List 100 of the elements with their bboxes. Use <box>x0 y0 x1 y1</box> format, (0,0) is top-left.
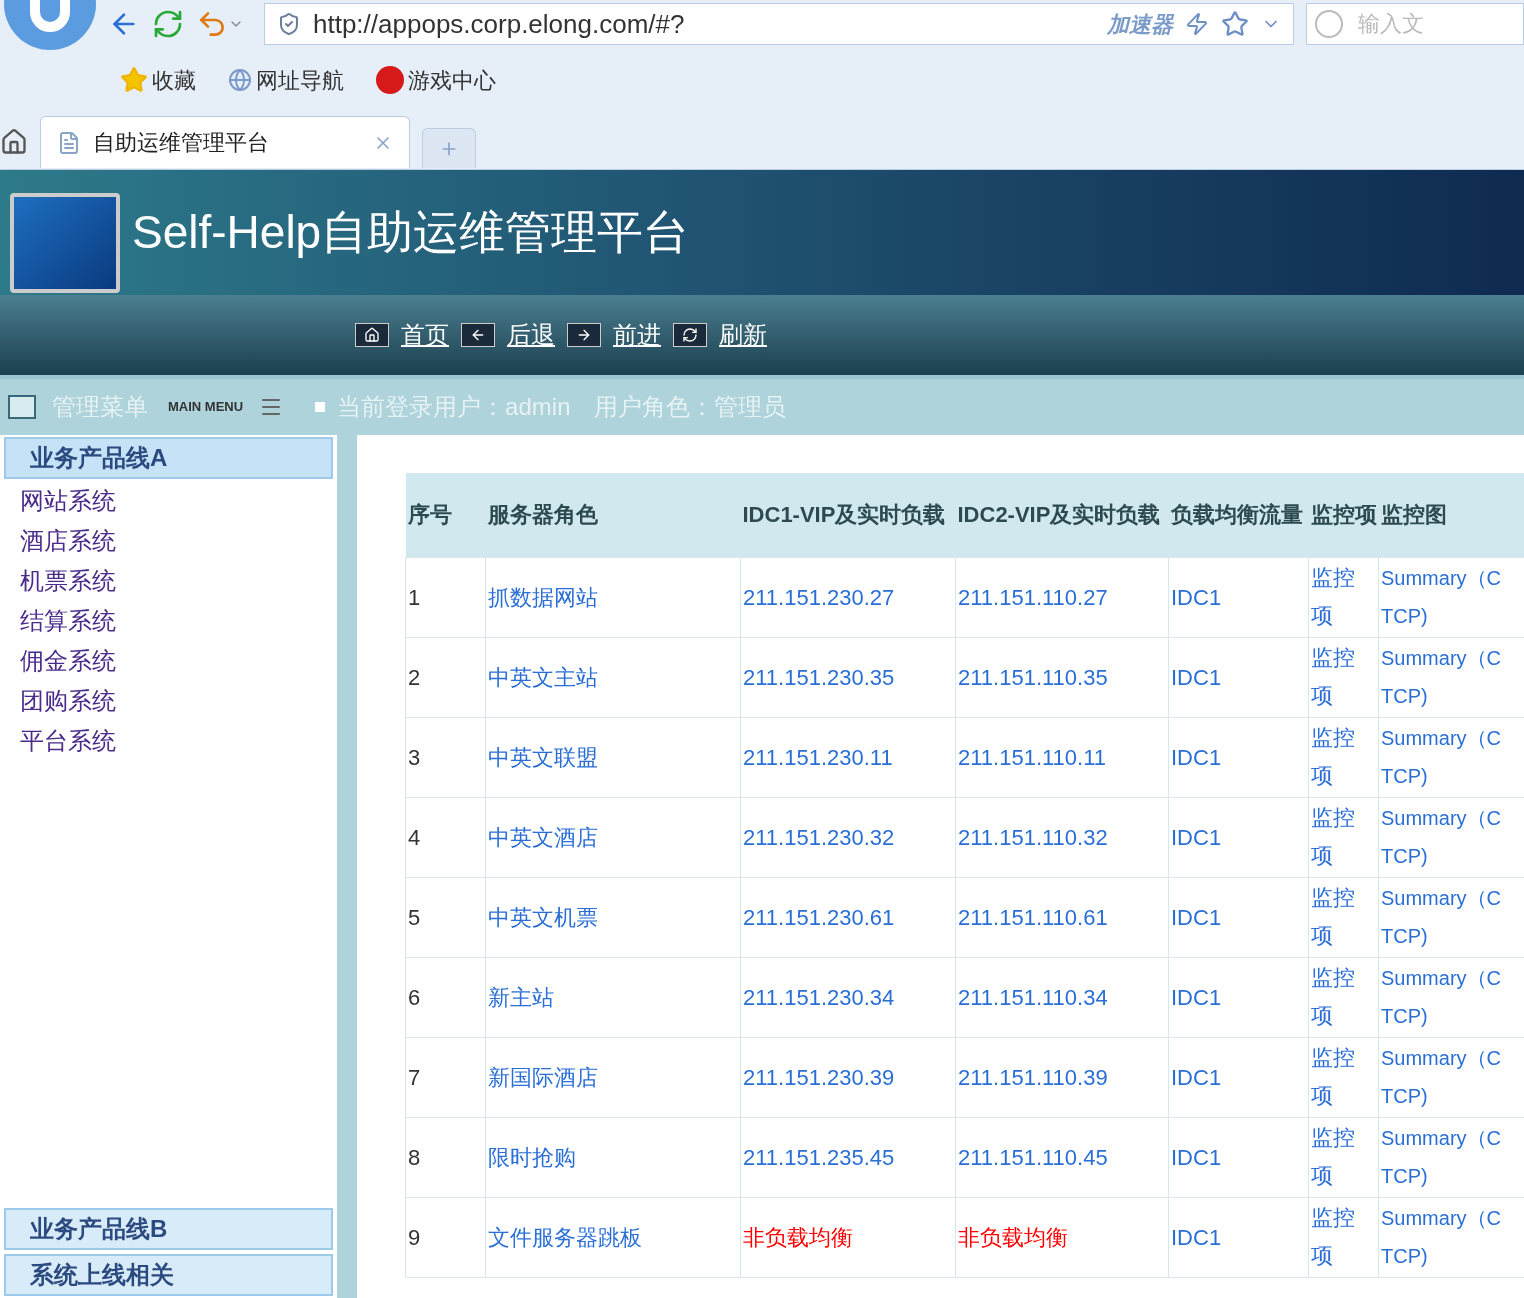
sidebar-item[interactable]: 佣金系统 <box>0 641 337 681</box>
monitor-link[interactable]: 监控项 <box>1308 877 1379 957</box>
traffic-link[interactable]: IDC1 <box>1168 1117 1309 1197</box>
ip-link[interactable]: 211.151.230.32 <box>740 797 956 877</box>
ip-link[interactable]: 非负载均衡 <box>740 1197 956 1277</box>
column-header: 监控图 <box>1378 473 1524 557</box>
menu-subtitle: MAIN MENU <box>168 398 244 417</box>
star-icon[interactable] <box>1221 10 1249 38</box>
bullet-icon <box>315 402 326 412</box>
monitor-link[interactable]: 监控项 <box>1308 1117 1379 1197</box>
server-role-link[interactable]: 限时抢购 <box>485 1117 741 1197</box>
traffic-link[interactable]: IDC1 <box>1168 797 1309 877</box>
address-bar[interactable]: http://appops.corp.elong.com/#? 加速器 <box>264 3 1294 45</box>
ip-link[interactable]: 211.151.110.35 <box>955 637 1169 717</box>
table-cell: 1 <box>405 557 486 637</box>
shield-icon <box>277 12 301 36</box>
ip-link[interactable]: 211.151.110.34 <box>955 957 1169 1037</box>
game-icon <box>376 66 404 94</box>
nav-link[interactable]: 前进 <box>613 317 661 353</box>
table-cell: 3 <box>405 717 486 797</box>
nav-link[interactable]: 后退 <box>507 317 555 353</box>
ip-link[interactable]: 211.151.110.61 <box>955 877 1169 957</box>
star-icon <box>120 66 148 94</box>
app-title: Self-Help自助运维管理平台 <box>132 205 690 260</box>
traffic-link[interactable]: IDC1 <box>1168 557 1309 637</box>
bookmark-link[interactable]: 游戏中心 <box>376 63 496 97</box>
ip-link[interactable]: 211.151.235.45 <box>740 1117 956 1197</box>
sidebar-item[interactable]: 网站系统 <box>0 481 337 521</box>
column-header: 序号 <box>405 473 486 557</box>
ip-link[interactable]: 211.151.230.11 <box>740 717 956 797</box>
ip-link[interactable]: 211.151.230.27 <box>740 557 956 637</box>
url-text: http://appops.corp.elong.com/#? <box>313 7 686 41</box>
table-cell: 8 <box>405 1117 486 1197</box>
ip-link[interactable]: 211.151.110.27 <box>955 557 1169 637</box>
ip-link[interactable]: 211.151.230.39 <box>740 1037 956 1117</box>
server-role-link[interactable]: 文件服务器跳板 <box>485 1197 741 1277</box>
sidebar-item[interactable]: 团购系统 <box>0 681 337 721</box>
ip-link[interactable]: 211.151.110.39 <box>955 1037 1169 1117</box>
lightning-icon[interactable] <box>1185 12 1209 36</box>
monitor-link[interactable]: 监控项 <box>1308 557 1379 637</box>
column-header: IDC2-VIP及实时负载 <box>955 473 1169 557</box>
sidebar-item[interactable]: 平台系统 <box>0 721 337 761</box>
server-role-link[interactable]: 中英文机票 <box>485 877 741 957</box>
column-header: IDC1-VIP及实时负载 <box>740 473 956 557</box>
accelerator-link[interactable]: 加速器 <box>1107 7 1173 41</box>
monitor-chart-link[interactable]: Summary（C TCP) <box>1378 557 1524 637</box>
table-cell: 2 <box>405 637 486 717</box>
traffic-link[interactable]: IDC1 <box>1168 1197 1309 1277</box>
server-role-link[interactable]: 中英文酒店 <box>485 797 741 877</box>
refresh-icon[interactable] <box>673 323 707 347</box>
traffic-link[interactable]: IDC1 <box>1168 637 1309 717</box>
ip-link[interactable]: 211.151.110.11 <box>955 717 1169 797</box>
monitor-link[interactable]: 监控项 <box>1308 797 1379 877</box>
monitor-link[interactable]: 监控项 <box>1308 957 1379 1037</box>
table-cell: 5 <box>405 877 486 957</box>
monitor-link[interactable]: 监控项 <box>1308 637 1379 717</box>
table-cell: 9 <box>405 1197 486 1277</box>
column-header: 服务器角色 <box>485 473 741 557</box>
ip-link[interactable]: 211.151.230.35 <box>740 637 956 717</box>
home-icon[interactable] <box>0 128 28 156</box>
ip-link[interactable]: 211.151.230.34 <box>740 957 956 1037</box>
globe-icon <box>228 68 252 92</box>
panel-icon <box>8 395 36 419</box>
nav-link[interactable]: 刷新 <box>719 317 767 353</box>
monitor-icon <box>10 192 120 293</box>
traffic-link[interactable]: IDC1 <box>1168 877 1309 957</box>
back-icon[interactable] <box>461 323 495 347</box>
ip-link[interactable]: 211.151.110.32 <box>955 797 1169 877</box>
table-cell: 6 <box>405 957 486 1037</box>
forward-icon[interactable] <box>567 323 601 347</box>
sidebar-item[interactable]: 酒店系统 <box>0 521 337 561</box>
nav-link[interactable]: 首页 <box>401 317 449 353</box>
sidebar-group-header[interactable]: 业务产品线B <box>4 1208 333 1250</box>
home-icon[interactable] <box>355 323 389 347</box>
ip-link[interactable]: 211.151.230.61 <box>740 877 956 957</box>
ip-link[interactable]: 211.151.110.45 <box>955 1117 1169 1197</box>
monitor-link[interactable]: 监控项 <box>1308 1197 1379 1277</box>
bookmark-link[interactable]: 收藏 <box>120 63 196 97</box>
column-header: 监控项 <box>1308 473 1379 557</box>
monitor-link[interactable]: 监控项 <box>1308 717 1379 797</box>
bookmark-link[interactable]: 网址导航 <box>228 63 344 97</box>
table-cell: 4 <box>405 797 486 877</box>
sidebar-group-header[interactable]: 业务产品线A <box>4 437 333 479</box>
sidebar-item[interactable]: 机票系统 <box>0 561 337 601</box>
server-role-link[interactable]: 抓数据网站 <box>485 557 741 637</box>
server-role-link[interactable]: 新国际酒店 <box>485 1037 741 1117</box>
sidebar-group-header[interactable]: 系统上线相关 <box>4 1254 333 1296</box>
server-role-link[interactable]: 中英文联盟 <box>485 717 741 797</box>
ip-link[interactable]: 非负载均衡 <box>955 1197 1169 1277</box>
sidebar-item[interactable]: 结算系统 <box>0 601 337 641</box>
traffic-link[interactable]: IDC1 <box>1168 717 1309 797</box>
user-role: 用户角色：管理员 <box>594 392 787 422</box>
traffic-link[interactable]: IDC1 <box>1168 1037 1309 1117</box>
table-cell: 7 <box>405 1037 486 1117</box>
browser-tab[interactable]: 自助运维管理平台 <box>40 116 410 168</box>
monitor-link[interactable]: 监控项 <box>1308 1037 1379 1117</box>
server-role-link[interactable]: 新主站 <box>485 957 741 1037</box>
traffic-link[interactable]: IDC1 <box>1168 957 1309 1037</box>
server-role-link[interactable]: 中英文主站 <box>485 637 741 717</box>
menu-title: 管理菜单 <box>52 392 148 422</box>
